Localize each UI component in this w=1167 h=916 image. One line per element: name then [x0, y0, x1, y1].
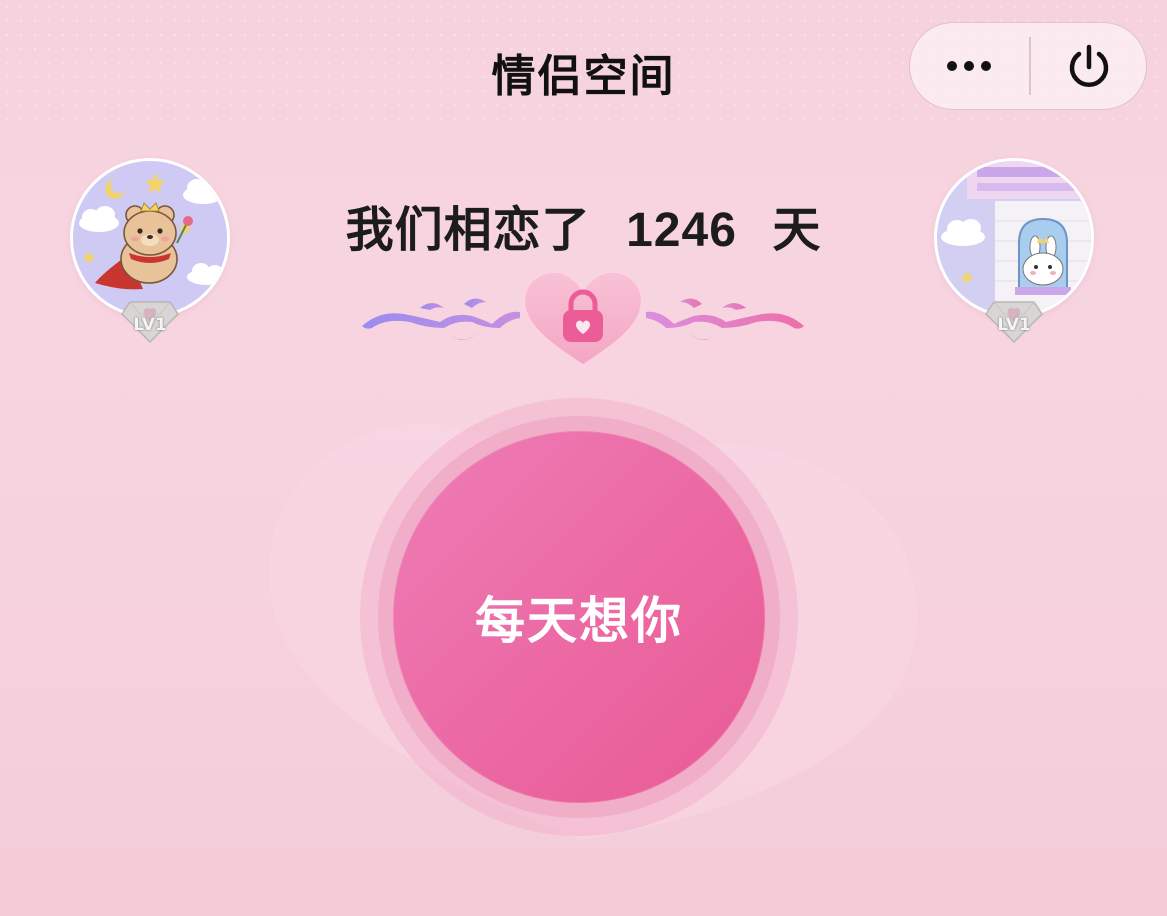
more-button[interactable] [910, 23, 1028, 109]
close-button[interactable] [1031, 23, 1147, 109]
love-days-count: 1246 [626, 204, 737, 257]
right-scroll-flourish [646, 298, 804, 340]
left-level-badge: LV1 [120, 292, 180, 344]
more-dot [964, 61, 974, 71]
love-days-prefix: 我们相恋了 [345, 202, 591, 258]
love-days-suffix: 天 [772, 202, 822, 258]
more-dot [981, 61, 991, 71]
mini-program-capsule [909, 22, 1147, 110]
miss-you-button[interactable]: 每天想你 [393, 431, 765, 803]
more-dot [947, 61, 957, 71]
level-label: LV1 [997, 315, 1031, 335]
header-bar: 情侣空间 [0, 0, 1167, 140]
love-days-counter: 我们相恋了 1246 天 [0, 190, 1167, 260]
heart-lock-ornament [362, 269, 804, 368]
power-icon [1069, 44, 1109, 87]
level-label: LV1 [133, 315, 167, 335]
right-level-badge: LV1 [984, 292, 1044, 344]
left-scroll-flourish [362, 298, 520, 340]
